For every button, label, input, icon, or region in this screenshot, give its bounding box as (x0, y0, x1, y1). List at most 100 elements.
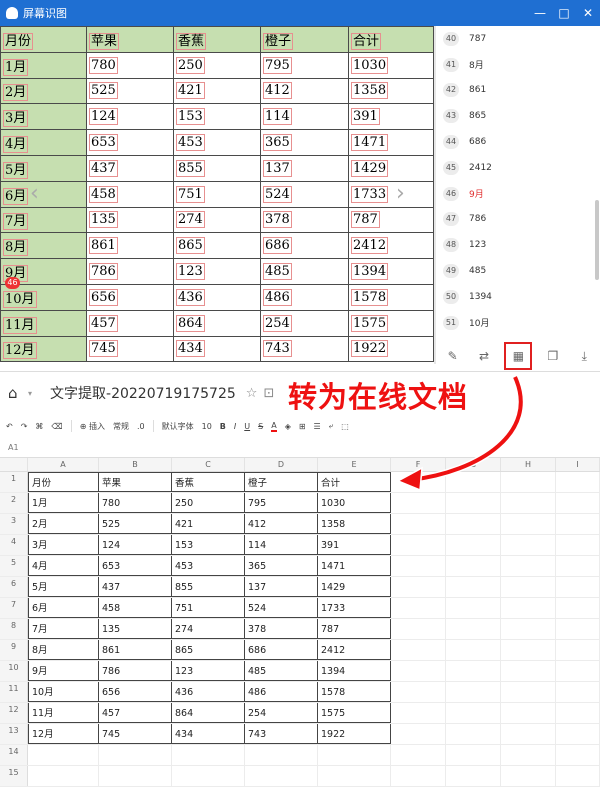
sheet-cell[interactable] (446, 724, 501, 744)
redo-icon[interactable]: ↷ (21, 422, 28, 431)
sheet-cell[interactable] (501, 724, 556, 744)
sheet-cell[interactable]: 485 (245, 661, 318, 681)
recognized-text-box[interactable]: 137 (263, 159, 292, 177)
underline-button[interactable]: U (244, 422, 250, 431)
home-icon[interactable]: ⌂ (8, 384, 28, 402)
recognized-text-box[interactable]: 1429 (351, 159, 389, 177)
sheet-cell[interactable] (556, 577, 600, 597)
download-icon[interactable]: ⤓ (573, 345, 595, 367)
number-format-select[interactable]: 常规 (113, 421, 129, 432)
sheet-cell[interactable] (391, 745, 446, 765)
recognized-text-box[interactable]: 412 (263, 82, 292, 100)
sheet-cell[interactable]: 453 (172, 556, 245, 576)
sheet-cell[interactable] (391, 577, 446, 597)
recognized-text-box[interactable]: 436 (176, 288, 205, 306)
recognized-text-box[interactable]: 525 (89, 82, 118, 100)
recognized-text-box[interactable]: 485 (263, 263, 292, 281)
sheet-cell[interactable]: 7月 (28, 619, 99, 639)
sheet-cell[interactable]: 11月 (28, 703, 99, 723)
recognized-text-box[interactable]: 457 (89, 314, 118, 332)
sheet-cell[interactable] (391, 682, 446, 702)
row-number[interactable]: 13 (0, 724, 28, 744)
sheet-cell[interactable]: 434 (172, 724, 245, 744)
sheet-cell[interactable]: 378 (245, 619, 318, 639)
sheet-cell[interactable]: 3月 (28, 535, 99, 555)
sheet-cell[interactable]: 457 (99, 703, 172, 723)
sheet-cell[interactable]: 1733 (318, 598, 391, 618)
sheet-cell[interactable] (556, 703, 600, 723)
sheet-cell[interactable] (501, 703, 556, 723)
sheet-cell[interactable]: 124 (99, 535, 172, 555)
sheet-cell[interactable]: 865 (172, 640, 245, 660)
recognized-text-box[interactable]: 1471 (351, 134, 389, 152)
recognized-text-box[interactable]: 苹果 (89, 32, 120, 50)
recognized-text-box[interactable]: 653 (89, 134, 118, 152)
sheet-cell[interactable]: 1471 (318, 556, 391, 576)
sheet-cell[interactable] (446, 619, 501, 639)
sheet-cell[interactable] (446, 745, 501, 765)
sheet-cell[interactable] (501, 619, 556, 639)
minimize-button[interactable]: — (528, 6, 552, 20)
sheet-cell[interactable] (99, 766, 172, 786)
sheet-cell[interactable]: 786 (99, 661, 172, 681)
sheet-cell[interactable]: 525 (99, 514, 172, 534)
sheet-cell[interactable]: 香蕉 (172, 472, 245, 492)
recognized-text-box[interactable]: 12月 (3, 342, 37, 360)
copy-icon[interactable]: ❐ (542, 345, 564, 367)
recognized-text-box[interactable]: 1733 (351, 185, 389, 203)
sheet-cell[interactable]: 114 (245, 535, 318, 555)
sheet-cell[interactable] (391, 514, 446, 534)
result-item[interactable]: 51 10月 (437, 310, 600, 336)
recognized-text-box[interactable]: 5月 (3, 161, 29, 179)
sheet-cell[interactable] (556, 472, 600, 492)
sheet-cell[interactable]: 437 (99, 577, 172, 597)
result-item[interactable]: 43 865 (437, 103, 600, 129)
sheet-cell[interactable] (391, 640, 446, 660)
sheet-cell[interactable]: 1922 (318, 724, 391, 744)
sheet-cell[interactable] (446, 703, 501, 723)
result-item[interactable]: 40 787 (437, 26, 600, 52)
sheet-cell[interactable]: 421 (172, 514, 245, 534)
result-item[interactable]: 46 9月 (437, 181, 600, 207)
sheet-cell[interactable]: 254 (245, 703, 318, 723)
sheet-cell[interactable]: 123 (172, 661, 245, 681)
row-number[interactable]: 6 (0, 577, 28, 597)
sheet-cell[interactable] (172, 766, 245, 786)
recognized-text-box[interactable]: 香蕉 (176, 32, 207, 50)
recognized-text-box[interactable]: 4月 (3, 136, 29, 154)
row-number[interactable]: 3 (0, 514, 28, 534)
sheet-cell[interactable] (446, 556, 501, 576)
sheet-cell[interactable] (391, 619, 446, 639)
corner-cell[interactable] (0, 458, 28, 471)
sheet-cell[interactable] (501, 493, 556, 513)
sheet-cell[interactable]: 686 (245, 640, 318, 660)
recognized-text-box[interactable]: 795 (263, 56, 292, 74)
sheet-cell[interactable] (28, 766, 99, 786)
sheet-cell[interactable]: 795 (245, 493, 318, 513)
next-arrow-icon[interactable]: › (396, 181, 416, 211)
recognized-text-box[interactable]: 524 (263, 185, 292, 203)
recognized-text-box[interactable]: 3月 (3, 110, 29, 128)
sheet-cell[interactable]: 8月 (28, 640, 99, 660)
recognized-text-box[interactable]: 7月 (3, 213, 29, 231)
sheet-cell[interactable]: 780 (99, 493, 172, 513)
sheet-cell[interactable]: 2月 (28, 514, 99, 534)
sheet-cell[interactable] (446, 640, 501, 660)
column-header[interactable]: D (245, 458, 318, 471)
recognized-text-box[interactable]: 124 (89, 108, 118, 126)
sheet-cell[interactable] (501, 535, 556, 555)
sheet-cell[interactable] (318, 766, 391, 786)
recognized-text-box[interactable]: 1578 (351, 288, 389, 306)
sheet-cell[interactable]: 1429 (318, 577, 391, 597)
recognized-text-box[interactable]: 743 (263, 340, 292, 358)
sheet-cell[interactable] (556, 535, 600, 555)
sheet-cell[interactable] (556, 640, 600, 660)
sheet-cell[interactable]: 153 (172, 535, 245, 555)
italic-button[interactable]: I (234, 422, 236, 431)
row-number[interactable]: 7 (0, 598, 28, 618)
sheet-cell[interactable] (501, 514, 556, 534)
recognized-text-box[interactable]: 745 (89, 340, 118, 358)
format-painter-icon[interactable]: ⌘ (35, 422, 43, 431)
sheet-cell[interactable]: 橙子 (245, 472, 318, 492)
result-scrollbar[interactable] (595, 200, 599, 280)
